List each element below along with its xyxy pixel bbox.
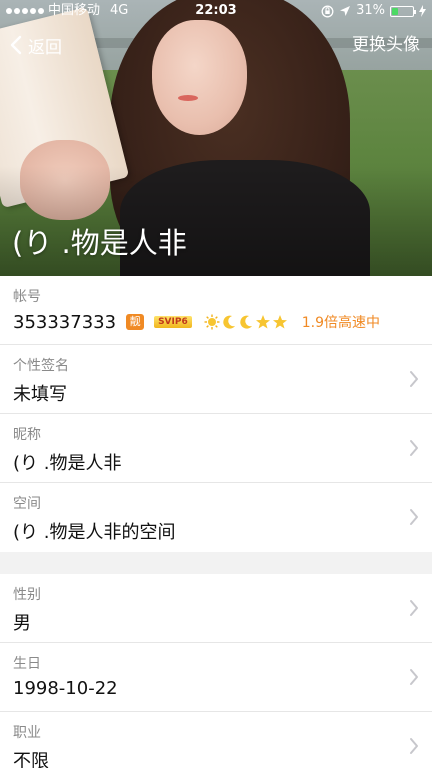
account-info-section: 帐号 353337333 靓 SVIP6 1.9倍高速中 个性签名 未填写 昵称… xyxy=(0,276,432,552)
gender-value: 男 xyxy=(13,613,31,634)
battery-percent: 31% xyxy=(356,3,385,18)
battery-icon xyxy=(390,5,416,17)
star-icon xyxy=(272,315,287,329)
back-button[interactable]: 返回 xyxy=(10,30,62,60)
nickname-row[interactable]: 昵称 (り .物是人非 xyxy=(0,414,432,483)
signature-label: 个性签名 xyxy=(13,358,69,374)
occupation-row[interactable]: 职业 不限 xyxy=(0,712,432,768)
personal-info-section: 性别 男 生日 1998-10-22 职业 不限 xyxy=(0,574,432,768)
nickname-label: 昵称 xyxy=(13,427,41,443)
star-icon xyxy=(255,315,270,329)
change-avatar-button[interactable]: 更换头像 xyxy=(352,30,420,60)
sun-icon xyxy=(204,314,220,330)
nickname-value: (り .物是人非 xyxy=(13,453,122,474)
gender-label: 性别 xyxy=(13,587,41,603)
chevron-left-icon xyxy=(10,35,22,55)
profile-display-name: (り .物是人非 xyxy=(12,226,187,260)
chevron-right-icon xyxy=(410,509,418,525)
level-icons xyxy=(204,314,288,330)
chevron-right-icon xyxy=(410,669,418,685)
space-row[interactable]: 空间 (り .物是人非的空间 xyxy=(0,483,432,552)
birthday-row[interactable]: 生日 1998-10-22 xyxy=(0,643,432,712)
account-number: 353337333 xyxy=(13,311,117,333)
space-value: (り .物是人非的空间 xyxy=(13,522,176,543)
section-divider xyxy=(0,552,432,574)
signature-value: 未填写 xyxy=(13,384,67,405)
chevron-right-icon xyxy=(410,600,418,616)
signature-row[interactable]: 个性签名 未填写 xyxy=(0,345,432,414)
occupation-value: 不限 xyxy=(13,751,49,768)
status-bar: 中国移动 4G 22:03 31% xyxy=(0,0,432,22)
back-label: 返回 xyxy=(28,37,62,58)
occupation-label: 职业 xyxy=(13,725,41,741)
account-row[interactable]: 帐号 353337333 靓 SVIP6 1.9倍高速中 xyxy=(0,276,432,345)
location-arrow-icon xyxy=(340,6,351,16)
moon-icon xyxy=(240,315,252,329)
moon-icon xyxy=(223,315,235,329)
rotation-lock-icon xyxy=(321,5,334,17)
speed-status: 1.9倍高速中 xyxy=(301,315,380,331)
account-label: 帐号 xyxy=(13,289,41,305)
chevron-right-icon xyxy=(410,440,418,456)
birthday-value: 1998-10-22 xyxy=(13,678,118,699)
liang-badge: 靓 xyxy=(126,314,145,330)
gender-row[interactable]: 性别 男 xyxy=(0,574,432,643)
chevron-right-icon xyxy=(410,371,418,387)
charging-bolt-icon xyxy=(419,5,426,17)
profile-screen: 中国移动 4G 22:03 31% 返回 更换头像 (り .物是人非 帐号 35… xyxy=(0,0,432,768)
space-label: 空间 xyxy=(13,496,41,512)
chevron-right-icon xyxy=(410,738,418,754)
birthday-label: 生日 xyxy=(13,656,41,672)
svip-badge: SVIP6 xyxy=(154,316,192,328)
